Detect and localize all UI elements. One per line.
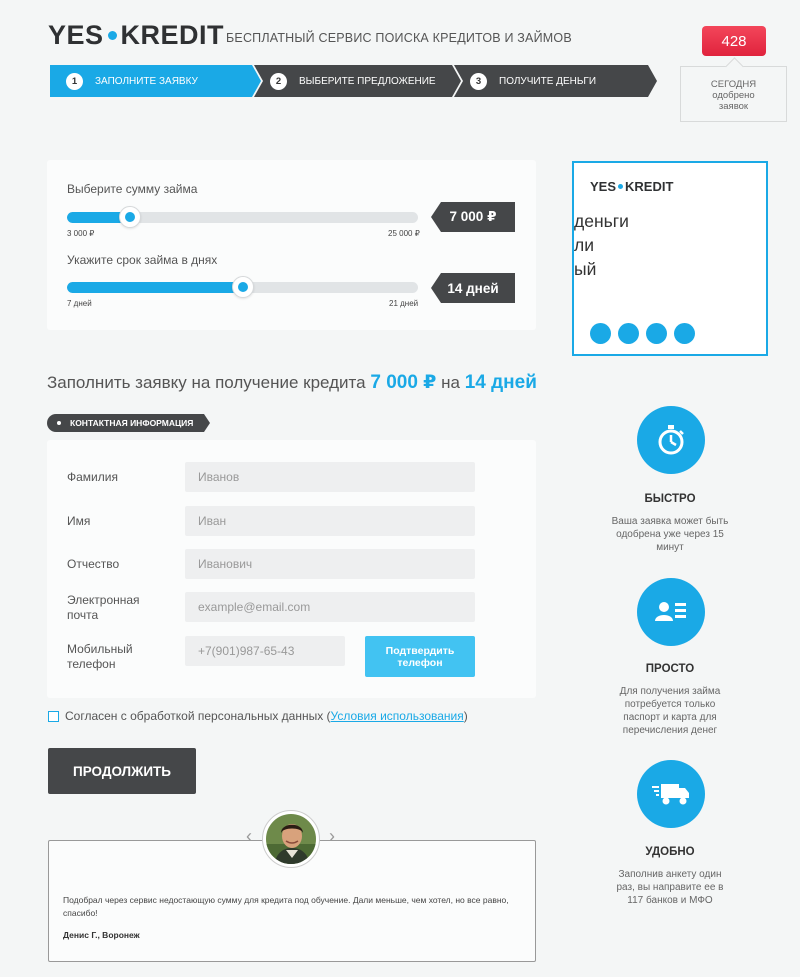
step-fill-application: 1 ЗАПОЛНИТЕ ЗАЯВКУ (50, 65, 261, 97)
progress-steps: 1 ЗАПОЛНИТЕ ЗАЯВКУ 2 ВЫБЕРИТЕ ПРЕДЛОЖЕНИ… (50, 65, 670, 97)
term-slider-handle[interactable] (231, 276, 254, 298)
step-label: ВЫБЕРИТЕ ПРЕДЛОЖЕНИЕ (299, 75, 436, 87)
step-label: ПОЛУЧИТЕ ДЕНЬГИ (499, 75, 597, 87)
step-get-money: 3 ПОЛУЧИТЕ ДЕНЬГИ (454, 65, 657, 97)
review-next-arrow[interactable]: › (329, 826, 335, 847)
banner-text-line: ли (574, 235, 594, 255)
amount-slider-handle[interactable] (119, 206, 142, 228)
step-number: 3 (470, 73, 487, 90)
logo-text-kredit: KREDIT (120, 20, 225, 50)
feature-fast-title: БЫСТРО (644, 493, 696, 505)
terms-link[interactable]: Условия использования (331, 709, 464, 723)
site-logo[interactable]: YES KREDIT (48, 20, 224, 51)
banner-text-line: деньги (574, 211, 629, 231)
term-min-label: 7 дней (67, 299, 92, 308)
form-title: Заполнить заявку на получение кредита 7 … (47, 371, 537, 394)
reviewer-avatar (262, 810, 320, 868)
feature-convenient-title: УДОБНО (645, 846, 695, 858)
feature-simple-title: ПРОСТО (645, 663, 695, 675)
step-choose-offer: 2 ВЫБЕРИТЕ ПРЕДЛОЖЕНИЕ (254, 65, 461, 97)
step-number: 1 (66, 73, 83, 90)
middle-name-input[interactable]: Иванович (185, 549, 475, 579)
approved-counter-caption: СЕГОДНЯ одобрено заявок (710, 79, 757, 112)
first-name-input[interactable]: Иван (185, 506, 475, 536)
email-input[interactable]: example@email.com (185, 592, 475, 622)
logo-text-yes: YES (48, 20, 104, 50)
logo-dot (107, 31, 117, 40)
last-name-label: Фамилия (67, 470, 118, 484)
feature-simple-badge (637, 578, 705, 646)
middle-name-label: Отчество (67, 557, 120, 571)
feature-convenient-text: Заполнив анкету один раз, вы направите е… (616, 869, 724, 906)
id-card-icon (655, 602, 686, 621)
amount-slider-label: Выберите сумму займа (67, 182, 198, 196)
step-label: ЗАПОЛНИТЕ ЗАЯВКУ (95, 75, 198, 87)
contact-section-tag: КОНТАКТНАЯ ИНФОРМАЦИЯ (47, 414, 210, 432)
term-max-label: 21 дней (389, 299, 419, 308)
email-label: Электронная почта (67, 593, 140, 622)
feature-fast-badge (637, 406, 705, 474)
logo-dot (618, 184, 624, 189)
section-dot (57, 421, 61, 425)
promo-banner[interactable]: YES KREDIT деньги ли ый (572, 161, 768, 356)
delivery-truck-icon (652, 784, 689, 805)
last-name-input[interactable]: Иванов (185, 462, 475, 492)
confirm-phone-button[interactable]: Подтвердить телефон (365, 636, 475, 677)
review-text: Подобрал через сервис недостающую сумму … (63, 895, 509, 918)
banner-pager-dot[interactable] (618, 323, 639, 344)
consent-checkbox[interactable] (48, 710, 59, 722)
phone-input[interactable]: +7(901)987-65-43 (185, 636, 345, 666)
banner-pager-dot[interactable] (590, 323, 611, 344)
avatar-photo (266, 814, 316, 864)
section-label: КОНТАКТНАЯ ИНФОРМАЦИЯ (70, 418, 194, 428)
step-number: 2 (270, 73, 287, 90)
first-name-label: Имя (67, 514, 91, 528)
amount-max-label: 25 000 ₽ (388, 229, 420, 238)
form-title-prefix: Заполнить заявку на получение кредита (47, 373, 366, 392)
feature-simple-text: Для получения займа потребуется только п… (619, 686, 721, 736)
form-title-mid: на (441, 373, 460, 392)
continue-button[interactable]: ПРОДОЛЖИТЬ (48, 748, 196, 794)
banner-pager-dot[interactable] (646, 323, 667, 344)
banner-text-line: ый (574, 259, 597, 279)
consent-text-close: ) (463, 709, 468, 723)
form-title-days: 14 дней (464, 372, 537, 393)
approved-counter: 428 (702, 26, 766, 56)
approved-counter-note: СЕГОДНЯ одобрено заявок (680, 66, 787, 122)
banner-logo-yes: YES (590, 179, 617, 194)
phone-label: Мобильный телефон (67, 642, 133, 671)
feature-convenient-badge (637, 760, 705, 828)
review-prev-arrow[interactable]: ‹ (246, 826, 252, 847)
feature-fast-text: Ваша заявка может быть одобрена уже чере… (611, 516, 729, 553)
term-slider-fill (67, 282, 243, 293)
term-value-badge: 14 дней (431, 273, 515, 303)
site-tagline: БЕСПЛАТНЫЙ СЕРВИС ПОИСКА КРЕДИТОВ И ЗАЙМ… (226, 31, 572, 45)
consent-row: Согласен с обработкой персональных данны… (48, 709, 468, 723)
review-author: Денис Г., Воронеж (63, 930, 140, 940)
amount-min-label: 3 000 ₽ (67, 229, 95, 238)
banner-logo: YES KREDIT (590, 179, 673, 194)
consent-text: Согласен с обработкой персональных данны… (65, 709, 331, 723)
form-title-amount: 7 000 ₽ (370, 372, 437, 393)
banner-logo-kredit: KREDIT (625, 179, 674, 194)
term-slider-label: Укажите срок займа в днях (67, 253, 218, 267)
stopwatch-icon (658, 425, 684, 455)
amount-value-badge: 7 000 ₽ (431, 202, 515, 232)
banner-pager-dot[interactable] (674, 323, 695, 344)
